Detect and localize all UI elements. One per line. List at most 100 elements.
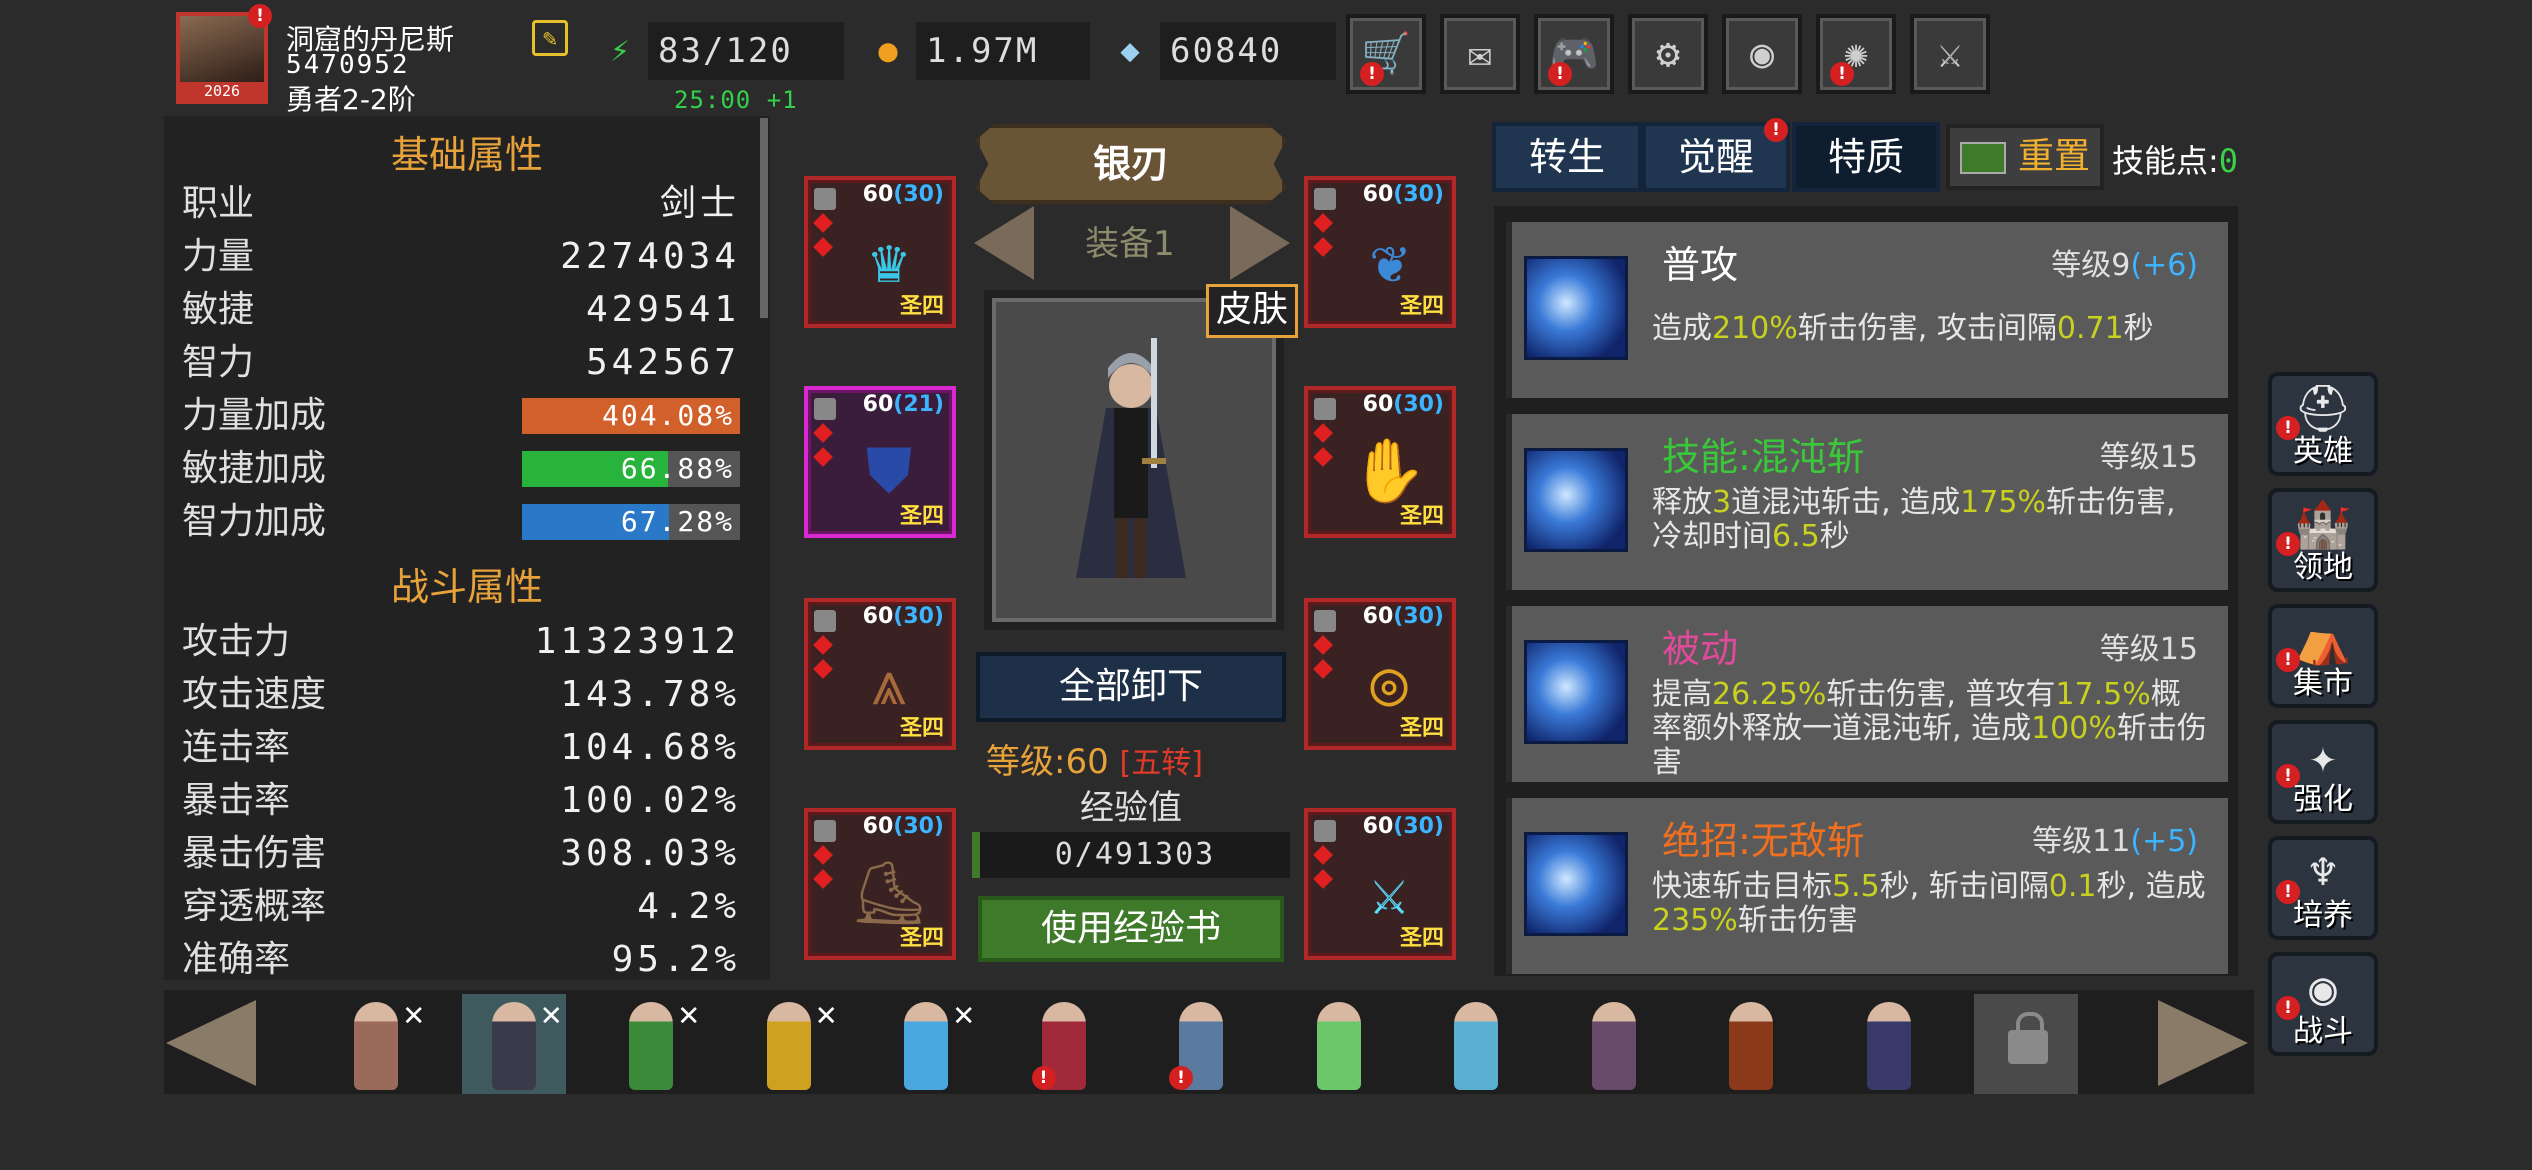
skill-card[interactable]: 被动 等级15 提高26.25%斩击伤害, 普攻有17.5%概率额外释放一道混沌斩,… — [1506, 606, 2228, 782]
skill-name: 绝招:无敌斩 — [1662, 819, 1865, 863]
attr-bonus-value: 66.88% — [620, 452, 734, 485]
hero-figure-icon — [354, 1002, 398, 1090]
energy-bolt-icon: ⚡ — [610, 31, 630, 69]
shop-button[interactable]: 🛒! — [1346, 14, 1426, 94]
attr-name: 力量加成 — [182, 395, 327, 436]
skill-highlight-value: 6.5 — [1772, 519, 1820, 554]
tab-trait[interactable]: 特质 — [1792, 122, 1940, 192]
skill-highlight-value: 0.71 — [2056, 311, 2124, 346]
hero-figure-icon — [1866, 1002, 1911, 1090]
equipment-tier: 圣四 — [1399, 716, 1444, 741]
attr-name: 敏捷 — [182, 289, 255, 330]
hero-slot[interactable] — [1699, 994, 1803, 1094]
equipment-slot[interactable]: 60(30) ⛸ 圣四 — [804, 808, 956, 960]
hero-slot[interactable] — [1837, 994, 1941, 1094]
hero-portrait — [984, 290, 1284, 630]
dismiss-x-icon[interactable]: ✕ — [954, 994, 974, 1034]
gem-socket-icon — [813, 213, 833, 233]
attr-row: 连击率 104.68% — [182, 722, 740, 774]
equipment-slot[interactable]: 60(30) ⩓ 圣四 — [804, 598, 956, 750]
xp-value: 0/491303 — [1054, 837, 1216, 872]
hero-slot[interactable]: ! — [1012, 994, 1116, 1094]
skin-button[interactable]: 皮肤 — [1206, 284, 1298, 338]
unequip-all-button[interactable]: 全部卸下 — [976, 652, 1286, 722]
base-attrs-title: 基础属性 — [390, 133, 543, 177]
dismiss-x-icon[interactable]: ✕ — [679, 994, 699, 1034]
nav-emblem[interactable]: ✦ 强化! — [2268, 720, 2378, 824]
gem-socket-icon — [813, 869, 833, 889]
dismiss-x-icon[interactable]: ✕ — [404, 994, 424, 1034]
equipment-slot[interactable]: 60(30) ⚔ 圣四 — [1304, 808, 1456, 960]
skill-points-value: 0 — [2218, 142, 2239, 180]
skill-slash-icon — [1524, 448, 1628, 552]
equipment-level-value: 60 — [1362, 392, 1394, 417]
lock-icon — [1314, 188, 1336, 210]
attr-name: 智力加成 — [182, 501, 327, 542]
alert-icon: ! — [1548, 62, 1572, 86]
attr-row: 攻击力 11323912 — [182, 616, 740, 668]
nav-portal[interactable]: ◉ 战斗! — [2268, 952, 2378, 1056]
skill-description: 提高26.25%斩击伤害, 普攻有17.5%概率额外释放一道混沌斩, 造成100… — [1652, 678, 2210, 780]
equipment-slot[interactable]: 60(30) ◎ 圣四 — [1304, 598, 1456, 750]
equipment-level: 60(30) — [1363, 604, 1444, 629]
rebirth-tier: [五转] — [1119, 746, 1203, 781]
gamepad-button[interactable]: 🎮! — [1534, 14, 1614, 94]
reset-label: 重置 — [2017, 136, 2090, 177]
xp-label: 经验值 — [1080, 788, 1182, 828]
prev-set-arrow-icon[interactable] — [974, 206, 1034, 280]
hero-slot[interactable] — [1287, 994, 1391, 1094]
gacha-button[interactable]: ◉ — [1722, 14, 1802, 94]
gem-socket-icon — [1313, 845, 1333, 865]
hero-slot[interactable]: ✕ — [874, 994, 978, 1094]
fireworks-button[interactable]: ✺! — [1816, 14, 1896, 94]
skill-card[interactable]: 技能:混沌斩 等级15 释放3道混沌斩击, 造成175%斩击伤害, 冷却时间6.5秒 — [1506, 414, 2228, 590]
dismiss-x-icon[interactable]: ✕ — [816, 994, 836, 1034]
hero-slot[interactable]: ✕ — [324, 994, 428, 1094]
locked-hero-slot[interactable] — [1974, 994, 2078, 1094]
skill-level: 等级9(+6) — [2051, 240, 2198, 284]
equipment-slot[interactable]: 60(30) ♛ 圣四 — [804, 176, 956, 328]
settings-button[interactable]: ⚙ — [1628, 14, 1708, 94]
attr-name: 攻击速度 — [182, 674, 327, 715]
nav-castle[interactable]: 🏰 领地! — [2268, 488, 2378, 592]
nav-market[interactable]: ⛺ 集市! — [2268, 604, 2378, 708]
attribute-panel[interactable]: 基础属性 职业 剑士 力量 2274034 敏捷 429541 智力 542567 力量加成 40… — [164, 116, 770, 980]
battle-button[interactable]: ⚔ — [1910, 14, 1990, 94]
use-xp-book-button[interactable]: 使用经验书 — [978, 896, 1284, 962]
skill-points: 技能点:0 — [2112, 136, 2238, 182]
equipment-level: 60(30) — [1363, 814, 1444, 839]
equipment-bonus: (30) — [1393, 604, 1444, 629]
skill-card[interactable]: 普攻 等级9(+6) 造成210%斩击伤害, 攻击间隔0.71秒 — [1506, 222, 2228, 398]
equipment-tier: 圣四 — [899, 504, 944, 529]
gem-socket-icon — [1313, 635, 1333, 655]
hero-slot[interactable]: ✕ — [461, 994, 566, 1094]
nav-helmet[interactable]: ⛑ 英雄! — [2268, 372, 2378, 476]
reset-button[interactable]: 重置 — [1946, 124, 2104, 190]
next-set-arrow-icon[interactable] — [1230, 206, 1290, 280]
hero-slot[interactable] — [1562, 994, 1666, 1094]
gem-socket-icon — [813, 659, 833, 679]
equipment-level: 60(30) — [863, 182, 944, 207]
skill-text: 道混沌斩击, 造成 — [1731, 485, 1961, 520]
attribute-scrollbar[interactable] — [760, 118, 768, 318]
attr-value: 11323912 — [534, 621, 740, 662]
mail-button[interactable]: ✉ — [1440, 14, 1520, 94]
equipment-slot[interactable]: 60(30) ✋ 圣四 — [1304, 386, 1456, 538]
equipment-slot[interactable]: 60(30) ❦ 圣四 — [1304, 176, 1456, 328]
hero-slot[interactable]: ! — [1149, 994, 1253, 1094]
skill-level-bonus: (+6) — [2130, 248, 2198, 283]
equipment-level-value: 60 — [1362, 604, 1394, 629]
gem-socket-icon — [813, 635, 833, 655]
edit-name-icon[interactable]: ✎ — [532, 20, 568, 56]
attr-value: 429541 — [585, 289, 740, 330]
skill-list[interactable]: 普攻 等级9(+6) 造成210%斩击伤害, 攻击间隔0.71秒 技能:混沌斩 等级15… — [1494, 206, 2238, 976]
hero-slot[interactable]: ✕ — [599, 994, 703, 1094]
dismiss-x-icon[interactable]: ✕ — [541, 994, 561, 1034]
hero-slot[interactable]: ✕ — [737, 994, 841, 1094]
tab-rebirth[interactable]: 转生 — [1492, 122, 1642, 192]
equipment-slot[interactable]: 60(21) ⛊ 圣四 — [804, 386, 956, 538]
nav-chalice[interactable]: ♆ 培养! — [2268, 836, 2378, 940]
skill-card[interactable]: 绝招:无敌斩 等级11(+5) 快速斩击目标5.5秒, 斩击间隔0.1秒, 造成 23… — [1506, 798, 2228, 974]
hero-slot[interactable] — [1424, 994, 1528, 1094]
skill-text: 秒 — [2123, 311, 2154, 346]
